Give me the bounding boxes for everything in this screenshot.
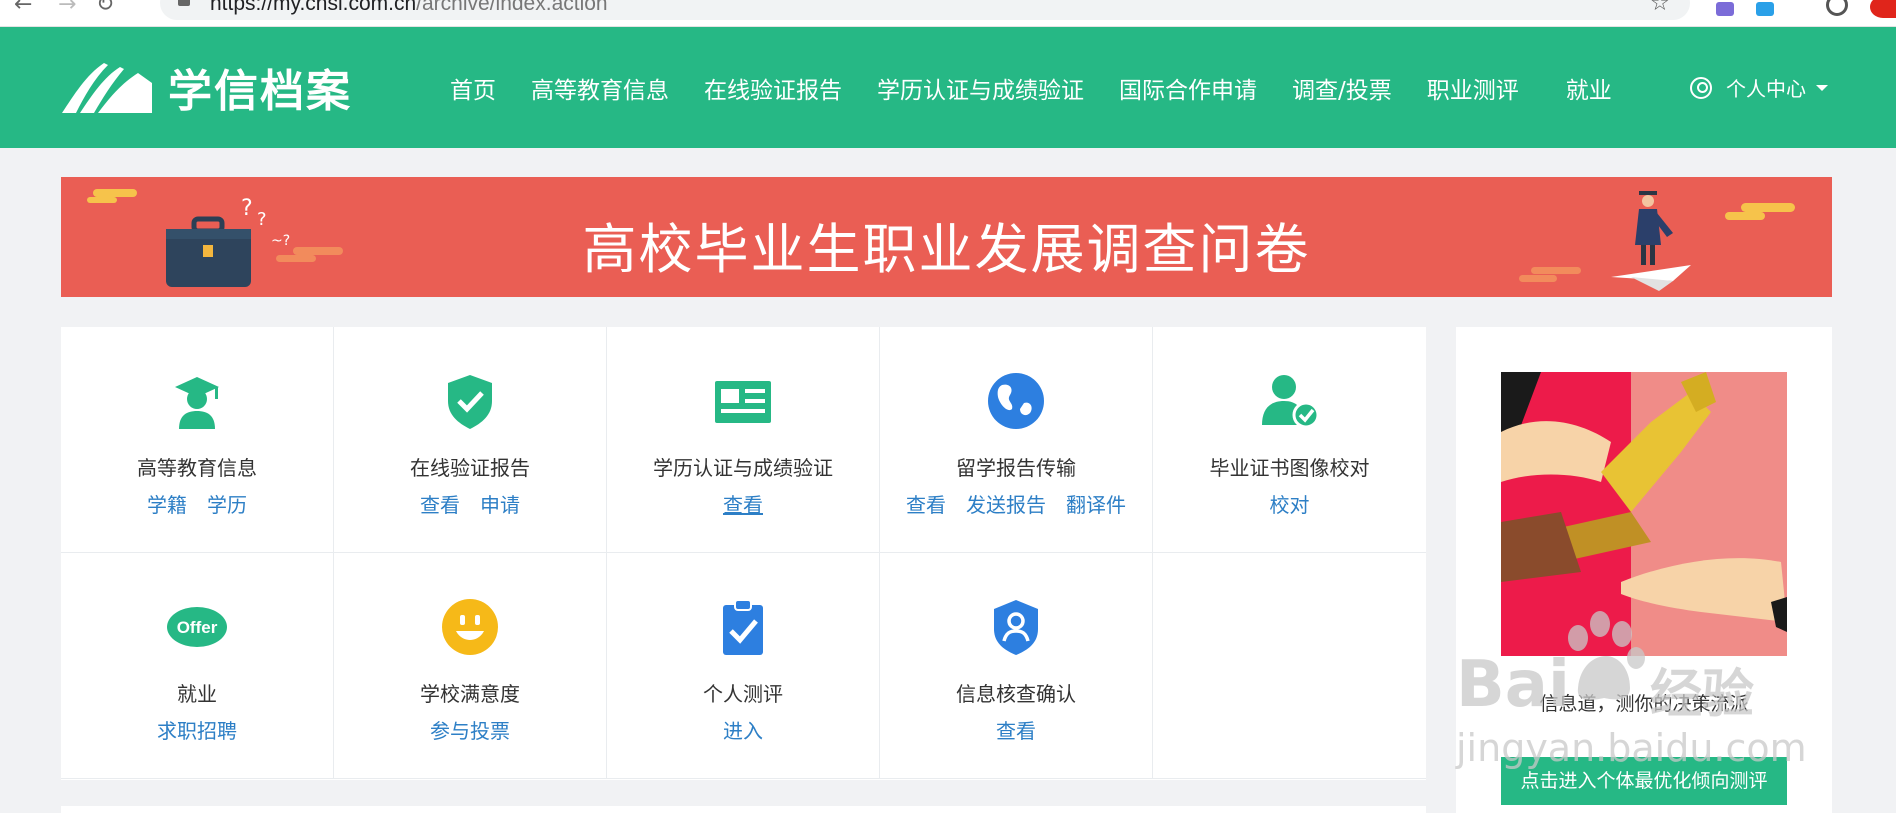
caret-down-icon <box>1816 84 1828 91</box>
service-title: 个人测评 <box>703 682 783 706</box>
extension-icon[interactable] <box>1716 2 1734 16</box>
shield-check-icon <box>440 371 500 431</box>
graduate-figure-icon <box>1611 191 1691 291</box>
graduate-icon <box>167 371 227 431</box>
cloud-decoration <box>1725 212 1765 220</box>
lock-icon <box>178 0 190 6</box>
service-card-overseas-report: 留学报告传输 查看 发送报告 翻译件 <box>880 327 1153 553</box>
service-title: 信息核查确认 <box>956 682 1076 706</box>
reload-icon[interactable]: ↻ <box>96 0 114 17</box>
link-translation[interactable]: 翻译件 <box>1066 493 1126 517</box>
service-card-certification: 学历认证与成绩验证 查看 <box>607 327 880 553</box>
main-nav: 首页 高等教育信息 在线验证报告 学历认证与成绩验证 国际合作申请 调查/投票 … <box>450 27 1647 148</box>
site-logo[interactable]: 学信档案 <box>60 57 352 117</box>
nav-survey[interactable]: 调查/投票 <box>1292 71 1392 105</box>
url-text[interactable]: https://my.chsi.com.cn/archive/index.act… <box>210 0 608 16</box>
link-apply[interactable]: 申请 <box>480 493 520 517</box>
link-degree[interactable]: 学历 <box>207 493 247 517</box>
user-center-label: 个人中心 <box>1726 77 1806 101</box>
logo-icon <box>62 63 152 113</box>
link-send-report[interactable]: 发送报告 <box>966 493 1046 517</box>
user-shield-icon <box>986 597 1046 657</box>
id-card-icon <box>713 371 773 431</box>
survey-banner[interactable]: ? ? ~? 高校毕业生职业发展调查问卷 <box>61 177 1832 297</box>
profile-icon[interactable] <box>1826 0 1848 16</box>
nav-employment[interactable]: 就业 <box>1566 71 1612 105</box>
user-check-icon <box>1260 371 1320 431</box>
cloud-decoration <box>93 189 137 197</box>
nav-international[interactable]: 国际合作申请 <box>1119 71 1257 105</box>
service-card-employment: Offer 就业 求职招聘 <box>61 553 334 779</box>
link-job-search[interactable]: 求职招聘 <box>157 719 237 743</box>
offer-icon: Offer <box>167 597 227 657</box>
watermark-site: jingyan.baidu.com <box>1456 726 1807 770</box>
back-icon[interactable]: ← <box>14 0 32 17</box>
link-vote[interactable]: 参与投票 <box>430 719 510 743</box>
service-title: 学校满意度 <box>420 682 520 706</box>
service-title: 高等教育信息 <box>137 456 257 480</box>
link-view[interactable]: 查看 <box>420 493 460 517</box>
user-icon <box>1690 76 1712 99</box>
star-icon[interactable]: ☆ <box>1650 0 1670 16</box>
link-student-status[interactable]: 学籍 <box>147 493 187 517</box>
next-section-edge <box>61 806 1426 813</box>
browser-toolbar: ← → ↻ https://my.chsi.com.cn/archive/ind… <box>0 0 1896 27</box>
service-title: 就业 <box>177 682 217 706</box>
nav-degree-certification[interactable]: 学历认证与成绩验证 <box>877 71 1084 105</box>
cloud-decoration <box>87 197 117 203</box>
empty-cell <box>1153 553 1426 779</box>
service-card-info-confirm: 信息核查确认 查看 <box>880 553 1153 779</box>
extension-icon[interactable] <box>1756 2 1774 16</box>
service-title: 留学报告传输 <box>956 456 1076 480</box>
service-card-certificate-check: 毕业证书图像校对 校对 <box>1153 327 1426 553</box>
service-card-verification: 在线验证报告 查看 申请 <box>334 327 607 553</box>
nav-career-assessment[interactable]: 职业测评 <box>1427 71 1519 105</box>
service-grid: 高等教育信息 学籍 学历 在线验证报告 查看 申请 学历认证与成绩验证 查看 留学报… <box>61 327 1426 780</box>
link-view[interactable]: 查看 <box>723 493 763 517</box>
link-check[interactable]: 校对 <box>1270 493 1310 517</box>
clipboard-check-icon <box>713 597 773 657</box>
smiley-icon <box>440 597 500 657</box>
forward-icon[interactable]: → <box>58 0 76 17</box>
nav-home[interactable]: 首页 <box>450 71 496 105</box>
site-header: 学信档案 首页 高等教育信息 在线验证报告 学历认证与成绩验证 国际合作申请 调… <box>0 27 1896 148</box>
link-enter[interactable]: 进入 <box>723 719 763 743</box>
globe-icon <box>986 371 1046 431</box>
extension-badge-icon[interactable] <box>1870 0 1896 18</box>
service-title: 学历认证与成绩验证 <box>653 456 833 480</box>
nav-higher-education[interactable]: 高等教育信息 <box>531 71 669 105</box>
link-view[interactable]: 查看 <box>996 719 1036 743</box>
nav-online-verification[interactable]: 在线验证报告 <box>704 71 842 105</box>
paw-icon <box>1568 611 1645 700</box>
watermark-brand-cn: 经验 <box>1650 665 1755 725</box>
cloud-decoration <box>1741 203 1795 212</box>
cloud-decoration <box>1519 275 1557 282</box>
service-card-education: 高等教育信息 学籍 学历 <box>61 327 334 553</box>
watermark-brand: Bai <box>1456 648 1570 722</box>
user-center-menu[interactable]: 个人中心 <box>1690 27 1828 148</box>
offer-icon-text: Offer <box>177 618 218 637</box>
link-view[interactable]: 查看 <box>906 493 946 517</box>
service-card-assessment: 个人测评 进入 <box>607 553 880 779</box>
service-title: 毕业证书图像校对 <box>1209 456 1370 480</box>
service-card-satisfaction: 学校满意度 参与投票 <box>334 553 607 779</box>
cloud-decoration <box>1531 267 1581 274</box>
service-title: 在线验证报告 <box>410 456 530 480</box>
logo-text: 学信档案 <box>168 66 352 117</box>
